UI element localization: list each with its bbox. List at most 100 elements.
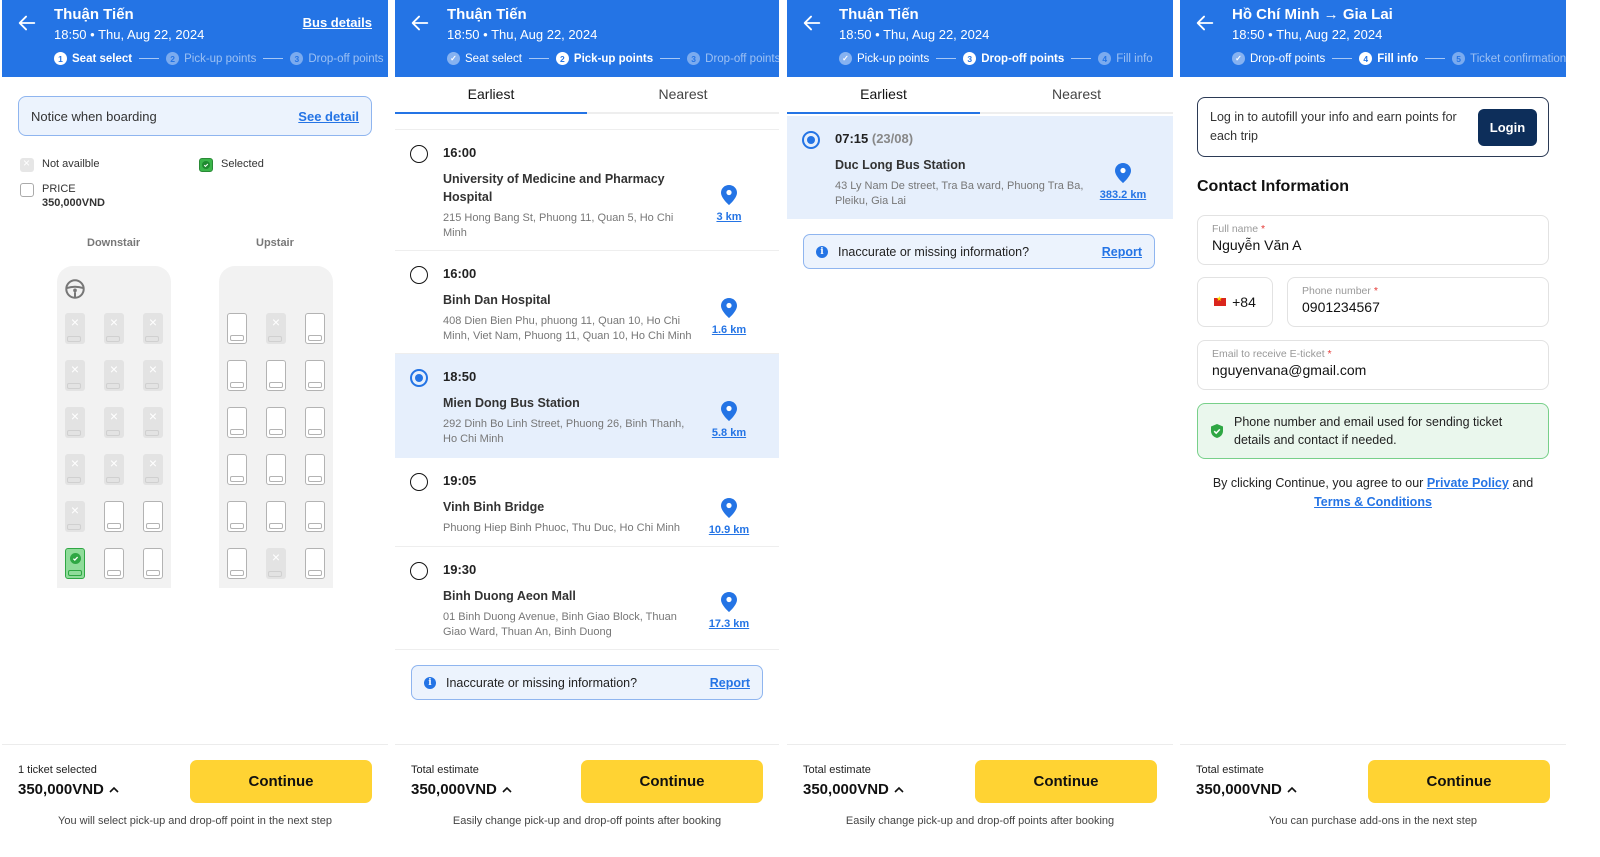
continue-button[interactable]: Continue bbox=[190, 760, 372, 803]
terms-link[interactable]: Terms & Conditions bbox=[1314, 495, 1432, 509]
seat-available[interactable] bbox=[305, 313, 325, 344]
seat-available[interactable] bbox=[143, 548, 163, 579]
seat-available[interactable] bbox=[143, 501, 163, 532]
seat-pillow bbox=[107, 570, 121, 576]
full-name-field[interactable]: Full name * Nguyễn Văn A bbox=[1197, 215, 1549, 265]
shield-check-icon bbox=[1211, 424, 1223, 438]
seat-unavailable: × bbox=[65, 313, 85, 344]
seat-available[interactable] bbox=[227, 454, 247, 485]
phone-field[interactable]: Phone number * 0901234567 bbox=[1287, 277, 1549, 327]
seat-available[interactable] bbox=[305, 407, 325, 438]
seat-available[interactable] bbox=[305, 548, 325, 579]
report-link[interactable]: Report bbox=[710, 676, 750, 690]
bottom-hint: Easily change pick-up and drop-off point… bbox=[452, 815, 722, 827]
stop-time: 19:30 bbox=[443, 562, 477, 577]
seat-available[interactable] bbox=[227, 407, 247, 438]
pickup-points-screen: Thuận Tiến 18:50 • Thu, Aug 22, 2024 ✓ Se… bbox=[395, 0, 779, 857]
stop-distance[interactable]: 3 km bbox=[699, 185, 759, 223]
continue-button[interactable]: Continue bbox=[975, 760, 1157, 803]
legend-label: Selected bbox=[221, 158, 264, 170]
stop-distance[interactable]: 1.6 km bbox=[699, 298, 759, 336]
back-arrow-icon[interactable] bbox=[801, 12, 823, 34]
seat-available[interactable] bbox=[305, 360, 325, 391]
header: Thuận Tiến 18:50 • Thu, Aug 22, 2024 ✓ Pi… bbox=[787, 0, 1173, 77]
seat-selected[interactable] bbox=[65, 548, 85, 579]
legend-not-available: Not availble bbox=[20, 156, 99, 172]
continue-button[interactable]: Continue bbox=[581, 760, 763, 803]
back-arrow-icon[interactable] bbox=[1194, 12, 1216, 34]
email-field[interactable]: Email to receive E-ticket * nguyenvana@g… bbox=[1197, 340, 1549, 390]
privacy-policy-link[interactable]: Private Policy bbox=[1427, 476, 1509, 490]
field-label: Full name bbox=[1212, 223, 1259, 235]
back-arrow-icon[interactable] bbox=[16, 12, 38, 34]
stop-option[interactable]: 16:00 University of Medicine and Pharmacy… bbox=[395, 130, 779, 251]
step-separator bbox=[1425, 58, 1446, 59]
seat-available[interactable] bbox=[305, 501, 325, 532]
country-code-select[interactable]: +84 bbox=[1197, 277, 1273, 327]
seat-available[interactable] bbox=[227, 548, 247, 579]
bus-details-link[interactable]: Bus details bbox=[303, 15, 372, 30]
header-subtitle: 18:50 • Thu, Aug 22, 2024 bbox=[1232, 27, 1383, 42]
total-price-toggle[interactable]: 350,000VND bbox=[18, 781, 119, 798]
distance-link[interactable]: 10.9 km bbox=[709, 524, 749, 536]
seat-available[interactable] bbox=[266, 407, 286, 438]
radio-button[interactable] bbox=[410, 266, 428, 284]
login-button[interactable]: Login bbox=[1478, 109, 1537, 146]
seat-pillow bbox=[269, 382, 283, 388]
seat-available[interactable] bbox=[227, 360, 247, 391]
info-icon: i bbox=[424, 676, 436, 689]
tab-nearest[interactable]: Nearest bbox=[980, 77, 1173, 112]
bottom-hint: Easily change pick-up and drop-off point… bbox=[845, 815, 1115, 827]
seat-available[interactable] bbox=[227, 313, 247, 344]
distance-link[interactable]: 1.6 km bbox=[712, 324, 746, 336]
distance-link[interactable]: 5.8 km bbox=[712, 427, 746, 439]
email-value: nguyenvana@gmail.com bbox=[1212, 362, 1367, 378]
seat-available[interactable] bbox=[104, 548, 124, 579]
radio-button[interactable] bbox=[410, 562, 428, 580]
step-check-icon: ✓ bbox=[447, 52, 460, 65]
seat-available[interactable] bbox=[305, 454, 325, 485]
total-price-toggle[interactable]: 350,000VND bbox=[1196, 781, 1297, 798]
seat-available[interactable] bbox=[266, 501, 286, 532]
distance-link[interactable]: 383.2 km bbox=[1100, 189, 1146, 201]
unavailable-x-icon: × bbox=[70, 361, 80, 377]
seat-available[interactable] bbox=[227, 501, 247, 532]
seat-pillow bbox=[230, 523, 244, 529]
tab-nearest[interactable]: Nearest bbox=[587, 77, 779, 112]
continue-button[interactable]: Continue bbox=[1368, 760, 1550, 803]
stop-distance[interactable]: 383.2 km bbox=[1093, 163, 1153, 201]
distance-link[interactable]: 17.3 km bbox=[709, 618, 749, 630]
stop-option[interactable]: 18:50 Mien Dong Bus Station 292 Dinh Bo Li… bbox=[395, 354, 779, 458]
stop-option[interactable]: 19:05 Vinh Binh Bridge Phuong Hiep Binh Ph… bbox=[395, 458, 779, 547]
phone-value: 0901234567 bbox=[1302, 299, 1380, 315]
agreement-text: By clicking Continue, you agree to our P… bbox=[1180, 474, 1566, 512]
seat-available[interactable] bbox=[266, 360, 286, 391]
radio-button[interactable] bbox=[410, 369, 428, 387]
back-arrow-icon[interactable] bbox=[409, 12, 431, 34]
tab-earliest[interactable]: Earliest bbox=[787, 77, 980, 114]
radio-button[interactable] bbox=[802, 131, 820, 149]
stop-option[interactable]: 16:00 Binh Dan Hospital 408 Dien Bien Phu,… bbox=[395, 251, 779, 354]
stop-distance[interactable]: 5.8 km bbox=[699, 401, 759, 439]
seat-pillow bbox=[106, 430, 120, 436]
stop-distance[interactable]: 17.3 km bbox=[699, 592, 759, 630]
total-price-toggle[interactable]: 350,000VND bbox=[803, 781, 904, 798]
stop-option[interactable]: 07:15 (23/08) Duc Long Bus Station 43 Ly N… bbox=[787, 116, 1173, 219]
tab-earliest[interactable]: Earliest bbox=[395, 77, 587, 114]
seat-unavailable: × bbox=[104, 360, 124, 391]
stop-name: Duc Long Bus Station bbox=[835, 158, 966, 172]
stop-option[interactable]: 19:30 Binh Duong Aeon Mall 01 Binh Duong A… bbox=[395, 547, 779, 650]
seat-pillow bbox=[67, 383, 81, 389]
radio-button[interactable] bbox=[410, 473, 428, 491]
stop-time: 18:50 bbox=[443, 369, 477, 384]
total-price-toggle[interactable]: 350,000VND bbox=[411, 781, 512, 798]
step-seat-select: 1 Seat select bbox=[54, 52, 132, 65]
seat-available[interactable] bbox=[266, 454, 286, 485]
stop-distance[interactable]: 10.9 km bbox=[699, 498, 759, 536]
radio-button[interactable] bbox=[410, 145, 428, 163]
seat-available[interactable] bbox=[104, 501, 124, 532]
distance-link[interactable]: 3 km bbox=[716, 211, 741, 223]
report-link[interactable]: Report bbox=[1102, 245, 1142, 259]
seat-pillow bbox=[106, 477, 120, 483]
see-detail-link[interactable]: See detail bbox=[298, 109, 359, 124]
